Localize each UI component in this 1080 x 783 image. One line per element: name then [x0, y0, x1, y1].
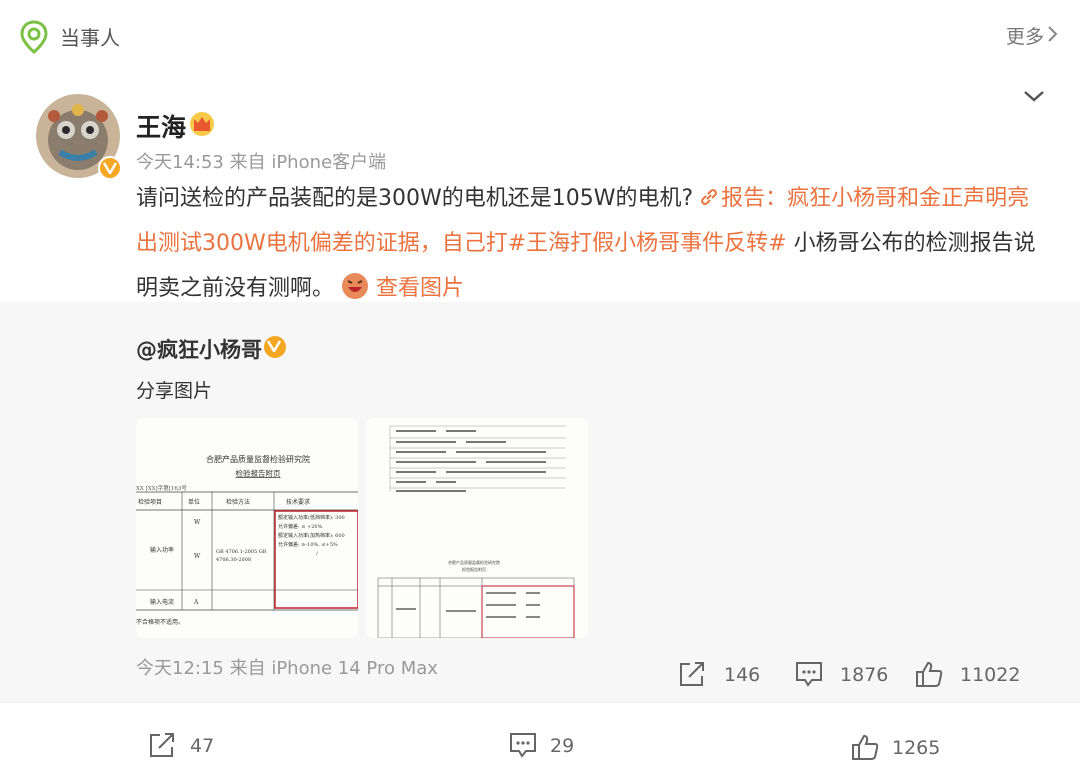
- repost-share-count: 146: [724, 664, 761, 686]
- report-header-req: 技术要求: [286, 498, 310, 506]
- chevron-down-icon[interactable]: [1022, 88, 1046, 104]
- share-icon: [150, 733, 174, 757]
- share-count: 47: [190, 735, 215, 757]
- topic-label: 当事人: [60, 26, 120, 50]
- repost-like-button[interactable]: 11022: [914, 660, 1024, 690]
- more-link[interactable]: 更多: [1006, 22, 1044, 49]
- report-row-power: 输入功率: [150, 546, 174, 554]
- repost-comment-button[interactable]: 1876: [794, 660, 890, 690]
- thumbs-up-icon: [852, 734, 879, 760]
- post-meta: 今天14:53 来自 iPhone客户端: [136, 152, 387, 173]
- share-button[interactable]: 47: [148, 731, 228, 761]
- report-req-3: 额定输入功率(加热档率): 600: [278, 533, 345, 539]
- report-header-item: 检验项目: [138, 498, 162, 506]
- action-bar: 47 29 1265: [0, 702, 1080, 783]
- comment-icon: [796, 662, 822, 687]
- report-req-5: /: [316, 551, 318, 557]
- report-row-current: 输入电流: [150, 598, 174, 606]
- report-unit-3: A: [193, 599, 199, 606]
- report-org: 合肥产品质量监督检验研究院: [206, 454, 310, 464]
- report-no: XX [XX]字第[163号: [136, 484, 187, 492]
- report-image-2[interactable]: 合肥产品质量监督检验研究院 检验报告附页: [366, 418, 588, 638]
- repost-card[interactable]: @疯狂小杨哥 分享图片 合肥产品质量监督检验研究院 检验报告附页 XX [XX]…: [0, 302, 1080, 702]
- repost-share-button[interactable]: 146: [678, 660, 761, 690]
- post-card: 王海 今天14:53 来自 iPhone客户端 请问送检的产品装配的是300W的…: [0, 70, 1080, 302]
- report-req-1: 额定输入功率(低挡档率): 300: [278, 515, 345, 521]
- post-text: 请问送检的产品装配的是300W的电机还是105W的电机? 报告：疯狂小杨哥和金正声…: [136, 176, 1046, 311]
- report-req-2: 允许偏差: ≤ +20%: [278, 524, 323, 530]
- thumbs-up-icon: [916, 661, 943, 687]
- link-icon: [701, 189, 718, 205]
- like-count: 1265: [892, 737, 941, 759]
- scan-title: 检验报告附页: [462, 566, 486, 572]
- repost-like-count: 11022: [960, 664, 1021, 686]
- report-req-4: 允许偏差: ≥-10%, ≤+5%: [278, 542, 338, 548]
- share-icon: [680, 662, 704, 686]
- comment-button[interactable]: 29: [508, 731, 588, 761]
- post-text-prefix: 请问送检的产品装配的是300W的电机还是105W的电机?: [136, 186, 694, 211]
- report-unit-2: W: [194, 553, 201, 560]
- repost-text: 分享图片: [136, 380, 213, 402]
- repost-author[interactable]: @疯狂小杨哥: [136, 334, 262, 364]
- topic-bar: 当事人 更多: [0, 0, 1080, 70]
- report-unit-1: W: [194, 519, 201, 526]
- view-images-link[interactable]: 查看图片: [376, 276, 464, 301]
- scan-org: 合肥产品质量监督检验研究院: [448, 559, 500, 565]
- report-note: 不合格项不适用。: [136, 618, 184, 626]
- report-image-1[interactable]: 合肥产品质量监督检验研究院 检验报告附页 XX [XX]字第[163号 检验项目…: [136, 418, 358, 638]
- comment-count: 29: [550, 735, 575, 757]
- author-name[interactable]: 王海: [136, 108, 186, 144]
- report-title: 检验报告附页: [236, 468, 281, 478]
- chevron-right-icon[interactable]: [1046, 24, 1060, 44]
- report-header-method: 检验方法: [226, 498, 250, 506]
- comment-icon: [510, 733, 536, 758]
- report-header-unit: 单位: [188, 498, 200, 506]
- verified-badge-icon: [264, 336, 286, 358]
- laughing-emoji-icon: [342, 273, 369, 299]
- repost-comment-count: 1876: [840, 664, 889, 686]
- report-method: GB 4706.1-2005 GB 4706.30-2008: [216, 549, 267, 563]
- hashtag-link[interactable]: #王海打假小杨哥事件反转#: [508, 231, 787, 256]
- like-button[interactable]: 1265: [850, 733, 950, 763]
- repost-meta: 今天12:15 来自 iPhone 14 Pro Max: [136, 658, 438, 679]
- verified-badge-icon: [98, 156, 122, 180]
- crown-icon: [190, 112, 214, 136]
- view-images-label: 查看图片: [376, 276, 465, 301]
- topic-pin-icon: [20, 20, 48, 54]
